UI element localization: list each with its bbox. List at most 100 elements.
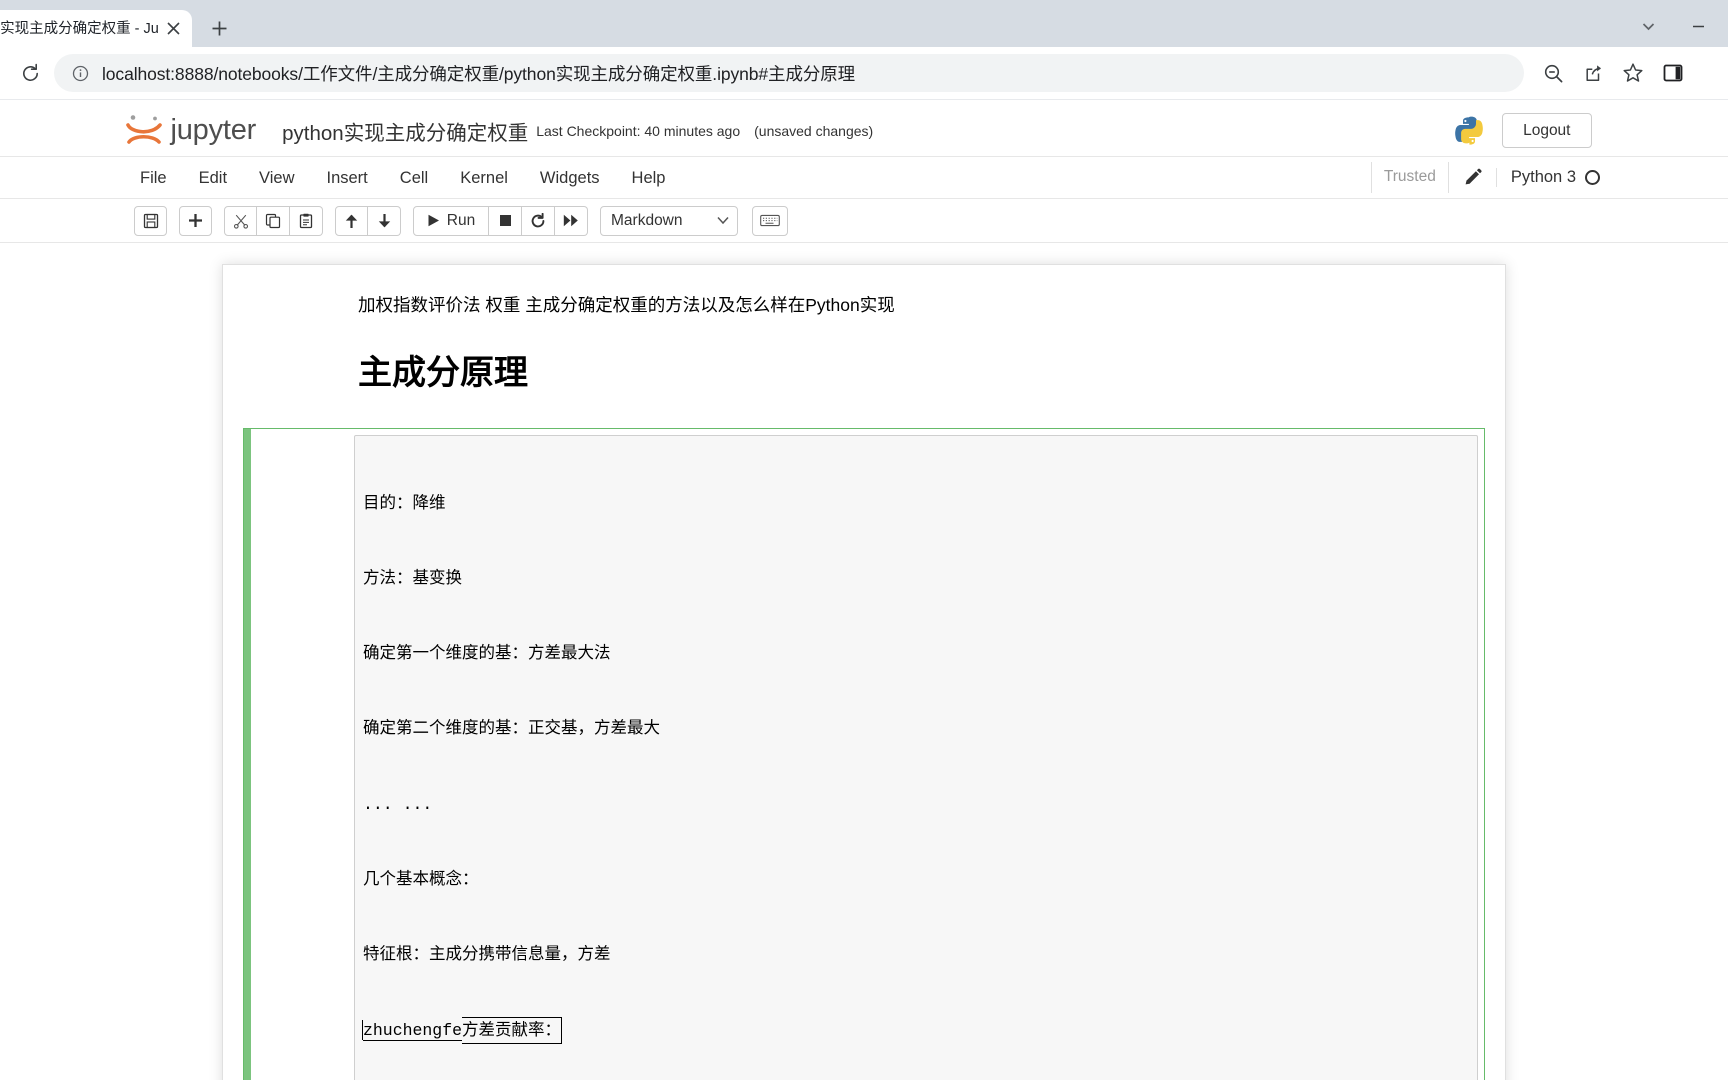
menu-widgets[interactable]: Widgets xyxy=(524,157,616,198)
browser-actions xyxy=(1534,54,1692,92)
restart-and-run-all-button[interactable] xyxy=(555,205,588,236)
markdown-output: 加权指数评价法 权重 主成分确定权重的方法以及怎么样在Python实现 主成分原… xyxy=(358,286,1480,413)
jupyter-toolbar: Run Markdown xyxy=(0,199,1728,243)
play-icon xyxy=(428,214,439,227)
move-cell-down-button[interactable] xyxy=(368,205,401,236)
restart-c-icon xyxy=(531,212,545,227)
new-tab-button[interactable] xyxy=(202,11,236,45)
keyboard-icon xyxy=(760,214,780,227)
move-cell-up-button[interactable] xyxy=(335,205,368,236)
kernel-indicator[interactable]: Python 3 xyxy=(1495,168,1604,187)
python-logo-icon xyxy=(1454,116,1484,146)
ime-composition-text: zhuchengfe xyxy=(363,1021,463,1041)
menu-cell[interactable]: Cell xyxy=(384,157,444,198)
scissors-icon xyxy=(233,214,248,229)
chevron-down-icon[interactable] xyxy=(1626,9,1670,43)
jupyter-logo[interactable]: jupyter xyxy=(122,111,257,151)
plus-icon xyxy=(189,214,202,227)
kernel-name: Python 3 xyxy=(1510,168,1576,186)
run-button-label: Run xyxy=(446,211,476,229)
editor-line: 确定第二个维度的基：正交基，方差最大 xyxy=(363,719,660,739)
insert-group xyxy=(179,205,212,236)
editor-line-ime: zhuchengfe方差贡献率： xyxy=(363,1017,1469,1045)
menubar-right: Trusted Python 3 xyxy=(1370,157,1604,198)
minimize-icon[interactable] xyxy=(1676,9,1720,43)
markdown-heading: 主成分原理 xyxy=(358,354,528,393)
checkpoint-status: Last Checkpoint: 40 minutes ago xyxy=(536,122,741,139)
browser-window: n实现主成分确定权重 - Ju localhost:8888/notebooks… xyxy=(0,0,1728,1080)
markdown-cell-rendered[interactable]: 加权指数评价法 权重 主成分确定权重的方法以及怎么样在Python实现 主成分原… xyxy=(243,281,1485,418)
menu-view[interactable]: View xyxy=(243,157,310,198)
menu-file[interactable]: File xyxy=(124,157,183,198)
address-bar[interactable]: localhost:8888/notebooks/工作文件/主成分确定权重/py… xyxy=(54,54,1524,92)
keyboard-shortcuts-button[interactable] xyxy=(752,205,788,236)
fast-forward-icon xyxy=(563,214,578,227)
stop-square-icon xyxy=(499,215,511,226)
menu-insert[interactable]: Insert xyxy=(311,157,384,198)
interrupt-kernel-button[interactable] xyxy=(489,205,522,236)
cut-cell-button[interactable] xyxy=(224,205,257,236)
address-bar-url: localhost:8888/notebooks/工作文件/主成分确定权重/py… xyxy=(102,63,856,84)
share-icon[interactable] xyxy=(1574,54,1612,92)
copy-icon xyxy=(265,213,281,228)
keyboard-group xyxy=(752,205,788,236)
header-right-controls: Logout xyxy=(1454,112,1592,149)
save-group xyxy=(134,205,167,236)
logout-button[interactable]: Logout xyxy=(1502,112,1592,149)
arrow-up-icon xyxy=(345,214,358,228)
editor-line: 特征根：主成分携带信息量，方差 xyxy=(363,944,611,964)
editor-line: 几个基本概念： xyxy=(363,869,479,889)
close-icon[interactable] xyxy=(162,18,184,40)
arrow-down-icon xyxy=(378,213,390,227)
side-panel-icon[interactable] xyxy=(1654,54,1692,92)
editor-line: ... ... xyxy=(363,794,433,814)
paste-icon xyxy=(299,213,313,228)
jupyter-notebook-page: jupyter python实现主成分确定权重 Last Checkpoint:… xyxy=(0,105,1728,1080)
browser-toolbar: localhost:8888/notebooks/工作文件/主成分确定权重/py… xyxy=(0,47,1728,100)
restart-kernel-button[interactable] xyxy=(522,205,555,236)
cell-type-value: Markdown xyxy=(611,211,683,229)
notebook-container: 加权指数评价法 权重 主成分确定权重的方法以及怎么样在Python实现 主成分原… xyxy=(222,264,1506,1080)
run-group: Run xyxy=(413,205,588,236)
browser-titlebar: n实现主成分确定权重 - Ju xyxy=(0,0,1728,47)
markdown-paragraph: 加权指数评价法 权重 主成分确定权重的方法以及怎么样在Python实现 xyxy=(358,295,895,315)
markdown-editor-textarea[interactable]: 目的：降维 方法：基变换 确定第一个维度的基：方差最大法 确定第二个维度的基：正… xyxy=(354,434,1478,1080)
chevron-down-icon xyxy=(717,214,729,228)
menu-edit[interactable]: Edit xyxy=(183,157,243,198)
run-cell-button[interactable]: Run xyxy=(413,205,489,236)
floppy-disk-icon xyxy=(143,213,158,228)
cell-prompt-empty xyxy=(248,286,358,413)
trusted-badge[interactable]: Trusted xyxy=(1370,162,1449,193)
editor-line: 确定第一个维度的基：方差最大法 xyxy=(363,644,611,664)
browser-tab[interactable]: n实现主成分确定权重 - Ju xyxy=(0,10,192,47)
save-button[interactable] xyxy=(134,205,167,236)
notebook-scroll-area[interactable]: 加权指数评价法 权重 主成分确定权重的方法以及怎么样在Python实现 主成分原… xyxy=(0,243,1728,1080)
editor-line: 目的：降维 xyxy=(363,493,446,513)
pencil-icon[interactable] xyxy=(1449,168,1496,187)
jupyter-header: jupyter python实现主成分确定权重 Last Checkpoint:… xyxy=(0,105,1728,157)
copy-cell-button[interactable] xyxy=(257,205,290,236)
insert-cell-below-button[interactable] xyxy=(179,205,212,236)
zoom-out-icon[interactable] xyxy=(1534,54,1572,92)
jupyter-menubar: File Edit View Insert Cell Kernel Widget… xyxy=(0,157,1728,199)
window-controls xyxy=(1626,9,1720,43)
modified-status: (unsaved changes) xyxy=(754,122,874,139)
reload-icon[interactable] xyxy=(12,55,48,91)
idle-circle-icon xyxy=(1585,170,1600,185)
menu-kernel[interactable]: Kernel xyxy=(444,157,524,198)
jupyter-logo-text: jupyter xyxy=(170,114,257,146)
menu-help[interactable]: Help xyxy=(616,157,682,198)
paste-cell-button[interactable] xyxy=(290,205,323,236)
move-group xyxy=(335,205,401,236)
editor-line: 方法：基变换 xyxy=(363,569,462,589)
cell-type-select[interactable]: Markdown xyxy=(600,205,738,236)
cell-prompt-markdown xyxy=(244,435,354,1080)
info-circle-icon[interactable] xyxy=(70,63,90,83)
ime-line-rest: 方差贡献率： xyxy=(462,1017,563,1045)
clipboard-group xyxy=(224,205,323,236)
notebook-name[interactable]: python实现主成分确定权重 xyxy=(282,116,528,146)
tab-title: n实现主成分确定权重 - Ju xyxy=(0,20,159,37)
bookmark-star-icon[interactable] xyxy=(1614,54,1652,92)
tab-strip: n实现主成分确定权重 - Ju xyxy=(0,0,236,47)
markdown-cell-editing[interactable]: 目的：降维 方法：基变换 确定第一个维度的基：方差最大法 确定第二个维度的基：正… xyxy=(243,427,1485,1080)
